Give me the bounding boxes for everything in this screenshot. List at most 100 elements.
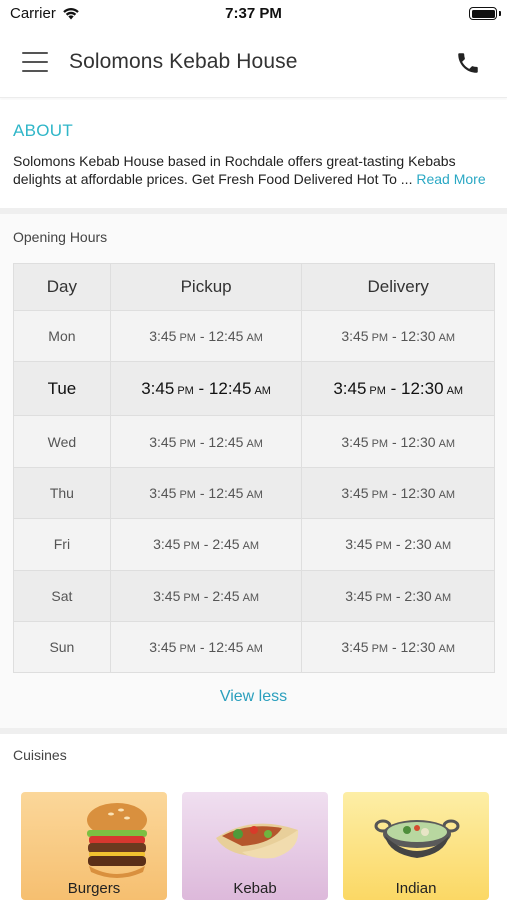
- cuisines-title: Cuisines: [13, 747, 67, 763]
- time-separator: -: [195, 639, 209, 656]
- cuisine-label: Kebab: [233, 880, 277, 897]
- cuisine-label: Indian: [395, 880, 437, 897]
- ampm-label: AM: [438, 332, 456, 345]
- status-bar: Carrier 7:37 PM: [0, 0, 507, 30]
- time-value: 3:45: [149, 484, 177, 501]
- ampm-label: AM: [438, 488, 456, 501]
- delivery-hours-cell: 3:45 PM - 12:30 AM: [301, 620, 495, 674]
- table-header-row: Day Pickup Delivery: [13, 263, 495, 311]
- pickup-hours-cell: 3:45 PM - 2:45 AM: [109, 569, 303, 622]
- time-value: 12:45: [208, 639, 244, 656]
- delivery-hours-cell: 3:45 PM - 2:30 AM: [301, 518, 495, 571]
- time-value: 3:45: [341, 484, 369, 501]
- pickup-hours-cell: 3:45 PM - 2:45 AM: [109, 518, 303, 571]
- ampm-label: AM: [246, 488, 263, 501]
- ampm-label: PM: [371, 332, 389, 345]
- day-cell: Wed: [13, 415, 111, 468]
- time-value: 3:45: [149, 639, 177, 656]
- about-heading: ABOUT: [13, 121, 74, 140]
- cuisine-card-kebab[interactable]: Kebab: [182, 792, 328, 900]
- delivery-hours-cell: 3:45 PM - 12:30 AM: [301, 415, 495, 468]
- time-value: 12:30: [400, 328, 436, 345]
- day-cell: Mon: [13, 309, 111, 363]
- opening-hours-title: Opening Hours: [13, 229, 108, 245]
- time-value: 3:45: [341, 639, 369, 656]
- time-value: 3:45: [345, 587, 373, 604]
- time-separator: -: [195, 328, 209, 345]
- time-value: 12:30: [400, 639, 436, 656]
- time-value: 3:45: [149, 433, 177, 450]
- day-cell: Thu: [13, 466, 111, 520]
- time-value: 2:45: [212, 536, 240, 553]
- ampm-label: AM: [434, 540, 452, 553]
- table-row: Thu 3:45 PM - 12:45 AM 3:45 PM - 12:30 AM: [13, 466, 495, 520]
- time-value: 3:45: [341, 433, 369, 450]
- status-time: 7:37 PM: [225, 5, 282, 22]
- time-value: 3:45: [345, 536, 373, 553]
- pickup-hours-cell: 3:45 PM - 12:45 AM: [109, 466, 303, 520]
- view-less-link[interactable]: View less: [0, 688, 507, 706]
- time-value: 12:30: [400, 433, 436, 450]
- time-separator: -: [391, 587, 405, 604]
- opening-hours-table: Day Pickup Delivery Mon 3:45 PM - 12:45 AM 3…: [13, 263, 495, 674]
- time-separator: -: [195, 433, 209, 450]
- time-separator: -: [388, 484, 401, 501]
- day-cell: Fri: [13, 518, 111, 571]
- time-value: 12:45: [208, 378, 252, 398]
- column-header-day: Day: [13, 263, 111, 311]
- ampm-label: AM: [242, 591, 260, 604]
- ampm-label: PM: [375, 540, 392, 553]
- time-separator: -: [391, 536, 405, 553]
- time-separator: -: [388, 433, 401, 450]
- phone-icon[interactable]: [455, 50, 481, 76]
- time-value: 12:30: [400, 484, 436, 501]
- ampm-label: AM: [446, 384, 464, 397]
- time-value: 3:45: [149, 328, 177, 345]
- time-value: 3:45: [141, 378, 175, 398]
- ampm-label: AM: [242, 540, 260, 553]
- table-row: Fri 3:45 PM - 2:45 AM 3:45 PM - 2:30 AM: [13, 518, 495, 571]
- time-value: 3:45: [341, 328, 369, 345]
- ampm-label: PM: [179, 332, 196, 345]
- time-value: 12:45: [208, 484, 244, 501]
- day-cell: Tue: [13, 361, 111, 417]
- pickup-hours-cell: 3:45 PM - 12:45 AM: [109, 361, 303, 417]
- ampm-label: AM: [246, 643, 263, 656]
- about-text: Solomons Kebab House based in Rochdale o…: [13, 152, 498, 188]
- about-description: Solomons Kebab House based in Rochdale o…: [13, 153, 456, 187]
- cuisine-card-indian[interactable]: Indian: [343, 792, 489, 900]
- cuisines-section: Cuisines Burgers Kebab Indian: [0, 734, 507, 900]
- day-cell: Sun: [13, 620, 111, 674]
- ampm-label: PM: [183, 540, 200, 553]
- delivery-hours-cell: 3:45 PM - 12:30 AM: [301, 466, 495, 520]
- time-value: 3:45: [333, 378, 367, 398]
- column-header-pickup: Pickup: [109, 263, 303, 311]
- ampm-label: PM: [369, 384, 386, 397]
- time-separator: -: [199, 587, 213, 604]
- pickup-hours-cell: 3:45 PM - 12:45 AM: [109, 309, 303, 363]
- read-more-link[interactable]: Read More: [416, 171, 485, 187]
- ampm-label: PM: [183, 591, 200, 604]
- time-separator: -: [388, 328, 401, 345]
- table-row: Tue 3:45 PM - 12:45 AM 3:45 PM - 12:30 AM: [13, 361, 495, 417]
- hamburger-menu-icon[interactable]: [22, 52, 48, 74]
- time-value: 2:30: [404, 536, 432, 553]
- ampm-label: AM: [246, 437, 263, 450]
- ampm-label: AM: [246, 332, 263, 345]
- table-row: Sat 3:45 PM - 2:45 AM 3:45 PM - 2:30 AM: [13, 569, 495, 622]
- ampm-label: PM: [179, 488, 196, 501]
- app-header: Solomons Kebab House: [0, 30, 507, 98]
- pickup-hours-cell: 3:45 PM - 12:45 AM: [109, 620, 303, 674]
- battery-tip: [499, 11, 501, 16]
- delivery-hours-cell: 3:45 PM - 2:30 AM: [301, 569, 495, 622]
- ampm-label: PM: [179, 643, 196, 656]
- table-row: Mon 3:45 PM - 12:45 AM 3:45 PM - 12:30 AM: [13, 309, 495, 363]
- ampm-label: AM: [438, 437, 456, 450]
- pickup-hours-cell: 3:45 PM - 12:45 AM: [109, 415, 303, 468]
- about-section: ABOUT Solomons Kebab House based in Roch…: [0, 100, 507, 208]
- cuisine-card-burgers[interactable]: Burgers: [21, 792, 167, 900]
- time-value: 12:45: [208, 328, 244, 345]
- day-cell: Sat: [13, 569, 111, 622]
- time-value: 3:45: [153, 536, 181, 553]
- time-value: 12:30: [401, 378, 444, 398]
